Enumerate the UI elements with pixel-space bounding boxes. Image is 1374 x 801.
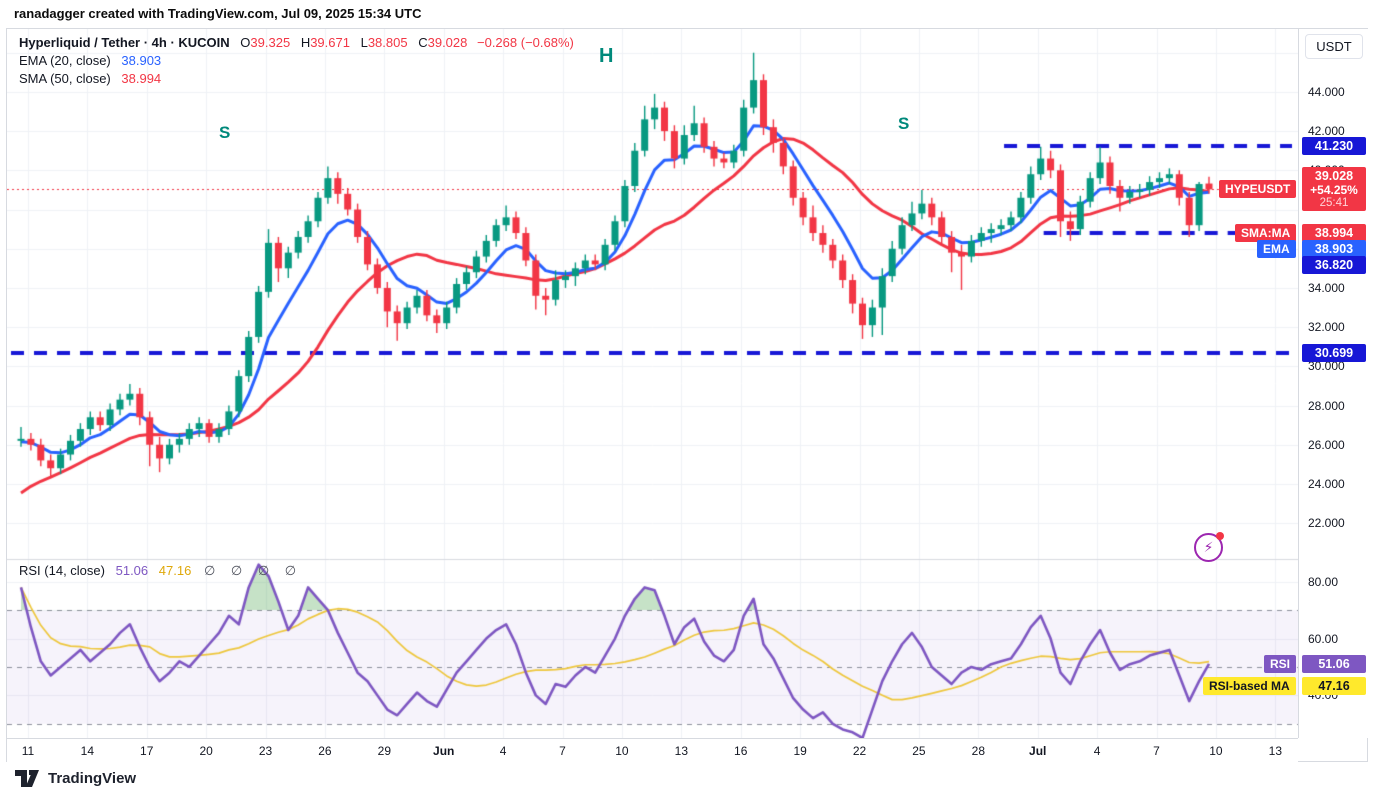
- rsi-tick-80.00: 80.00: [1308, 575, 1338, 589]
- high-letter: H: [301, 35, 310, 50]
- price-tick-28.000: 28.000: [1308, 399, 1345, 413]
- annotation-h-1: H: [599, 45, 613, 68]
- level-36820: 36.820: [1302, 256, 1366, 274]
- chart-canvas[interactable]: [7, 29, 1298, 738]
- ema-value: 38.903: [121, 53, 161, 68]
- annotation-s-2: S: [898, 114, 909, 134]
- time-tick-16-36: 16: [734, 744, 747, 758]
- sma-label: SMA (50, close): [19, 71, 111, 86]
- price-tick-22.000: 22.000: [1308, 516, 1345, 530]
- symbol-ohlc-row: Hyperliquid / Tether · 4h · KUCOIN O39.3…: [19, 34, 574, 52]
- time-tick-10-30: 10: [615, 744, 628, 758]
- close-value: 39.028: [428, 35, 468, 50]
- annotation-s-0: S: [219, 123, 230, 143]
- rsi-badge: 51.06: [1302, 655, 1366, 673]
- chart-frame: Hyperliquid / Tether · 4h · KUCOIN O39.3…: [6, 28, 1368, 762]
- price-tick-34.000: 34.000: [1308, 281, 1345, 295]
- sma-value: 38.994: [121, 71, 161, 86]
- time-tick-26-15: 26: [318, 744, 331, 758]
- ema-label: EMA (20, close): [19, 53, 111, 68]
- rsi-value: 51.06: [116, 563, 149, 578]
- notification-dot-icon: [1216, 532, 1224, 540]
- ema-legend-row: EMA (20, close) 38.903: [19, 52, 574, 70]
- change-value: −0.268 (−0.68%): [477, 35, 574, 50]
- currency-toggle-button[interactable]: USDT: [1305, 34, 1363, 59]
- time-tick-20-9: 20: [199, 744, 212, 758]
- open-value: 39.325: [250, 35, 290, 50]
- time-tick-14-3: 14: [81, 744, 94, 758]
- rsi-label: RSI (14, close): [19, 563, 105, 578]
- symbol-title: Hyperliquid / Tether · 4h · KUCOIN: [19, 35, 230, 50]
- high-value: 39.671: [310, 35, 350, 50]
- time-tick-4-24: 4: [500, 744, 507, 758]
- ema-badge-tag: EMA: [1257, 240, 1296, 258]
- price-axis[interactable]: USDT 44.00042.00040.00034.00032.00030.00…: [1298, 29, 1368, 738]
- time-tick-7-57: 7: [1153, 744, 1160, 758]
- time-tick-11-0: 11: [22, 744, 34, 758]
- tradingview-logo-icon[interactable]: [14, 769, 40, 788]
- rsi-ma-badge-tag: RSI-based MA: [1203, 677, 1296, 695]
- last-price-tag: HYPEUSDT: [1219, 180, 1296, 198]
- time-tick-28-48: 28: [972, 744, 985, 758]
- flash-icon[interactable]: ⚡: [1194, 533, 1223, 562]
- time-tick-17-6: 17: [140, 744, 153, 758]
- time-axis[interactable]: 11 14 17 20 23 26 29 Jun 4 7 10 13 16 19 22 25 28 Jul 4 7 10…: [7, 738, 1298, 763]
- rsi-badge-tag: RSI: [1264, 655, 1296, 673]
- close-letter: C: [418, 35, 427, 50]
- time-tick-10-60: 10: [1209, 744, 1222, 758]
- rsi-tick-60.00: 60.00: [1308, 632, 1338, 646]
- tradingview-brand-text[interactable]: TradingView: [48, 770, 136, 787]
- time-tick-13-63: 13: [1269, 744, 1282, 758]
- time-tick-19-39: 19: [793, 744, 806, 758]
- price-tick-32.000: 32.000: [1308, 320, 1345, 334]
- symbol-legend: Hyperliquid / Tether · 4h · KUCOIN O39.3…: [19, 34, 574, 88]
- low-letter: L: [361, 35, 368, 50]
- last-price: 39.028+54.25%25:41: [1302, 167, 1366, 211]
- time-tick-Jun-21: Jun: [433, 744, 454, 758]
- time-tick-23-12: 23: [259, 744, 272, 758]
- sma-legend-row: SMA (50, close) 38.994: [19, 70, 574, 88]
- price-tick-44.000: 44.000: [1308, 85, 1345, 99]
- rsi-ma-badge: 47.16: [1302, 677, 1366, 695]
- level-30699: 30.699: [1302, 344, 1366, 362]
- time-tick-13-33: 13: [675, 744, 688, 758]
- level-41230: 41.230: [1302, 137, 1366, 155]
- price-tick-42.000: 42.000: [1308, 124, 1345, 138]
- rsi-legend: RSI (14, close) 51.06 47.16 ∅ ∅ ∅ ∅: [19, 563, 302, 579]
- time-tick-29-18: 29: [378, 744, 391, 758]
- time-tick-25-45: 25: [912, 744, 925, 758]
- price-tick-26.000: 26.000: [1308, 438, 1345, 452]
- tradingview-snapshot: ranadagger created with TradingView.com,…: [0, 0, 1374, 801]
- time-tick-4-54: 4: [1094, 744, 1101, 758]
- bar-countdown: 25:41: [1302, 197, 1366, 209]
- open-letter: O: [240, 35, 250, 50]
- attribution-text: ranadagger created with TradingView.com,…: [14, 6, 422, 21]
- time-tick-22-42: 22: [853, 744, 866, 758]
- footer: TradingView: [14, 769, 136, 788]
- low-value: 38.805: [368, 35, 408, 50]
- rsi-empty-values: ∅ ∅ ∅ ∅: [204, 563, 302, 578]
- rsi-ma-value: 47.16: [159, 563, 192, 578]
- time-tick-Jul-51: Jul: [1029, 744, 1046, 758]
- time-tick-7-27: 7: [559, 744, 566, 758]
- price-tick-24.000: 24.000: [1308, 477, 1345, 491]
